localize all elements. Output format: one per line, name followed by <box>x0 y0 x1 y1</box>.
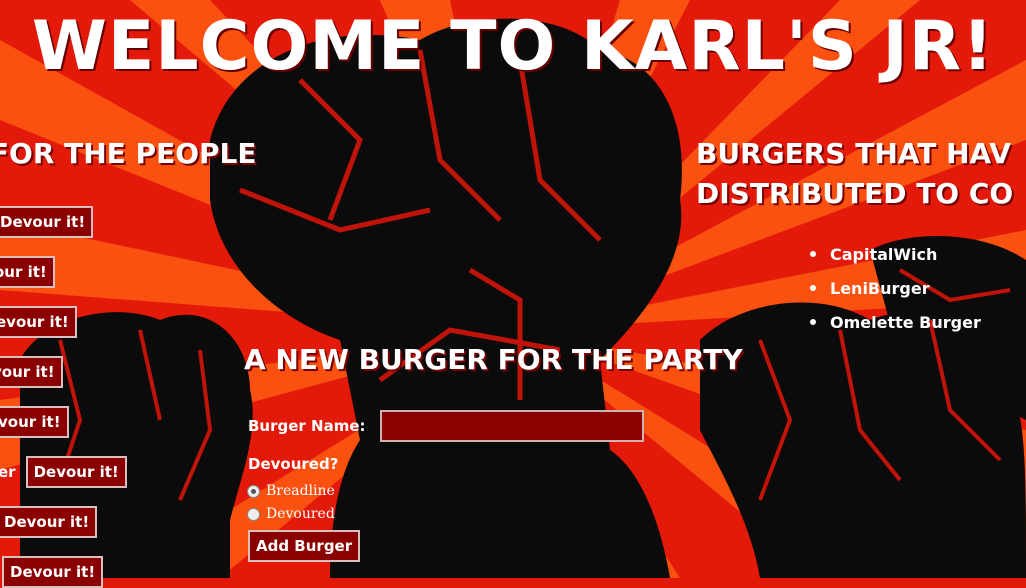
bullet-icon <box>810 285 816 291</box>
devoured-label: Devoured? <box>248 455 339 473</box>
devoured-burgers-list: CapitalWich LeniBurger Omelette Burger <box>808 238 981 340</box>
list-item: er Devour it! <box>0 456 127 488</box>
devour-button[interactable]: Devour it! <box>2 556 104 588</box>
devoured-burger-name: LeniBurger <box>830 279 930 298</box>
devour-button[interactable]: Devour it! <box>0 206 94 238</box>
devour-button[interactable]: our it! <box>0 256 55 288</box>
devoured-burger-name: CapitalWich <box>830 245 938 264</box>
radio-option-devoured[interactable]: Devoured <box>247 506 335 522</box>
devoured-heading-line-2: DISTRIBUTED TO CO <box>696 177 1014 210</box>
new-burger-heading: A NEW BURGER FOR THE PARTY <box>244 343 743 376</box>
radio-button[interactable] <box>247 484 260 498</box>
radio-option-breadline[interactable]: Breadline <box>247 483 335 499</box>
uneaten-burgers-heading: S FOR THE PEOPLE <box>0 137 257 170</box>
list-item: Devour it! <box>0 506 98 538</box>
devour-button[interactable]: vour it! <box>0 406 69 438</box>
burger-name-input[interactable] <box>379 410 644 442</box>
devoured-burger-name: Omelette Burger <box>830 313 981 332</box>
devour-button[interactable]: Devour it! <box>25 456 127 488</box>
bullet-icon <box>810 319 816 325</box>
burger-name-label: Burger Name: <box>248 417 366 435</box>
burger-name-row: Burger Name: <box>248 410 644 442</box>
page-title: WELCOME TO KARL'S JR! <box>31 7 995 86</box>
devoured-heading-line-1: BURGERS THAT HAV <box>696 137 1011 170</box>
devour-button[interactable]: vour it! <box>0 356 63 388</box>
devour-button[interactable]: evour it! <box>0 306 77 338</box>
devoured-burgers-heading: BURGERS THAT HAV DISTRIBUTED TO CO <box>696 134 1026 214</box>
list-item: CapitalWich <box>808 238 981 272</box>
radio-label: Devoured <box>266 506 335 522</box>
list-item: LeniBurger <box>808 272 981 306</box>
list-item: Omelette Burger <box>808 306 981 340</box>
devour-button[interactable]: Devour it! <box>0 506 98 538</box>
list-item: evour it! <box>0 306 77 338</box>
bullet-icon <box>810 251 816 257</box>
add-burger-button[interactable]: Add Burger <box>248 530 361 562</box>
list-item: Devour it! <box>2 556 104 588</box>
list-item: our it! <box>0 256 55 288</box>
list-item: vour it! <box>0 406 69 438</box>
radio-label: Breadline <box>266 483 335 499</box>
burger-name-text: er <box>0 463 16 481</box>
list-item: Devour it! <box>0 206 94 238</box>
radio-button[interactable] <box>247 507 260 521</box>
list-item: vour it! <box>0 356 63 388</box>
